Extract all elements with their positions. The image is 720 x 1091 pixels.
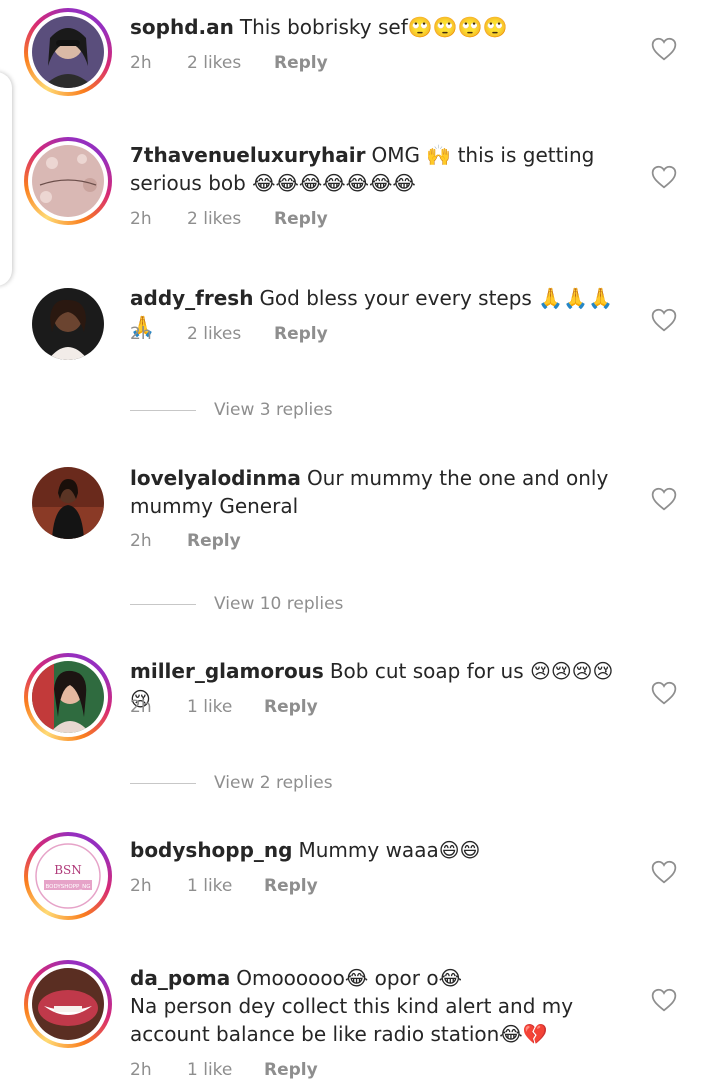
comment-likes[interactable]: 2 likes — [187, 209, 274, 229]
comment-meta: 2h 1 like Reply — [130, 876, 318, 896]
comment-time: 2h — [130, 53, 152, 73]
avatar-story-ring[interactable] — [24, 960, 112, 1048]
comment-time: 2h — [130, 209, 152, 229]
comment-likes[interactable]: 1 like — [187, 1060, 264, 1080]
heart-icon[interactable] — [651, 165, 677, 189]
reply-button[interactable]: Reply — [264, 1060, 318, 1080]
divider — [130, 603, 196, 605]
reply-button[interactable]: Reply — [274, 209, 328, 229]
avatar-logo-text: BODYSHOPP_NG — [45, 884, 90, 890]
comment-body: Mummy waaa😄😄 — [298, 838, 481, 862]
comment-time: 2h — [130, 1060, 152, 1080]
heart-icon[interactable] — [651, 37, 677, 61]
comment-text: bodyshopp_ng Mummy waaa😄😄 — [130, 836, 620, 864]
heart-icon[interactable] — [651, 308, 677, 332]
reply-button[interactable]: Reply — [264, 697, 318, 717]
svg-text:BSN: BSN — [54, 863, 82, 877]
comment-text: lovelyalodinma Our mummy the one and only… — [130, 464, 620, 520]
avatar[interactable] — [32, 467, 104, 539]
comment-username[interactable]: sophd.an — [130, 15, 234, 39]
view-replies-button[interactable]: View 10 replies — [130, 594, 343, 614]
comment-meta: 2h Reply — [130, 531, 241, 551]
avatar-story-ring[interactable] — [24, 8, 112, 96]
avatar — [32, 16, 104, 88]
heart-icon[interactable] — [651, 860, 677, 884]
side-panel-tab[interactable] — [0, 72, 12, 286]
comment-time: 2h — [130, 876, 152, 896]
comment-time: 2h — [130, 324, 152, 344]
reply-button[interactable]: Reply — [187, 531, 241, 551]
avatar-story-ring[interactable]: BSN BODYSHOPP_NG — [24, 832, 112, 920]
comment-username[interactable]: da_poma — [130, 966, 230, 990]
heart-icon[interactable] — [651, 988, 677, 1012]
reply-button[interactable]: Reply — [274, 53, 328, 73]
view-replies-button[interactable]: View 2 replies — [130, 773, 333, 793]
comment-likes[interactable]: 1 like — [187, 697, 264, 717]
view-replies-label[interactable]: View 2 replies — [214, 773, 333, 793]
comment-likes[interactable]: 2 likes — [187, 53, 274, 73]
comment-time: 2h — [130, 697, 152, 717]
view-replies-label[interactable]: View 3 replies — [214, 400, 333, 420]
comment-text: sophd.an This bobrisky sef🙄🙄🙄🙄 — [130, 13, 620, 41]
avatar — [32, 968, 104, 1040]
comment-time: 2h — [130, 531, 152, 551]
comment-meta: 2h 2 likes Reply — [130, 209, 328, 229]
avatar: BSN BODYSHOPP_NG — [32, 840, 104, 912]
comment-username[interactable]: 7thavenueluxuryhair — [130, 143, 365, 167]
comment-text: 7thavenueluxuryhair OMG 🙌 this is getting… — [130, 141, 620, 197]
comment-likes[interactable]: 1 like — [187, 876, 264, 896]
heart-icon[interactable] — [651, 487, 677, 511]
comment-likes[interactable]: 2 likes — [187, 324, 274, 344]
avatar — [32, 661, 104, 733]
view-replies-label[interactable]: View 10 replies — [214, 594, 343, 614]
comment-body: This bobrisky sef🙄🙄🙄🙄 — [239, 15, 508, 39]
comment-username[interactable]: miller_glamorous — [130, 659, 324, 683]
view-replies-button[interactable]: View 3 replies — [130, 400, 333, 420]
comment-text: da_poma Omoooooo😂 opor o😂 Na person dey c… — [130, 964, 620, 1048]
avatar-story-ring[interactable] — [24, 653, 112, 741]
avatar-story-ring[interactable] — [24, 137, 112, 225]
reply-button[interactable]: Reply — [274, 324, 328, 344]
comment-meta: 2h 1 like Reply — [130, 1060, 318, 1080]
avatar[interactable] — [32, 288, 104, 360]
avatar — [32, 145, 104, 217]
comment-meta: 2h 2 likes Reply — [130, 53, 328, 73]
heart-icon[interactable] — [651, 681, 677, 705]
divider — [130, 782, 196, 784]
comment-username[interactable]: bodyshopp_ng — [130, 838, 292, 862]
comment-username[interactable]: lovelyalodinma — [130, 466, 301, 490]
comment-username[interactable]: addy_fresh — [130, 286, 253, 310]
divider — [130, 409, 196, 411]
comment-meta: 2h 1 like Reply — [130, 697, 318, 717]
reply-button[interactable]: Reply — [264, 876, 318, 896]
comment-meta: 2h 2 likes Reply — [130, 324, 328, 344]
